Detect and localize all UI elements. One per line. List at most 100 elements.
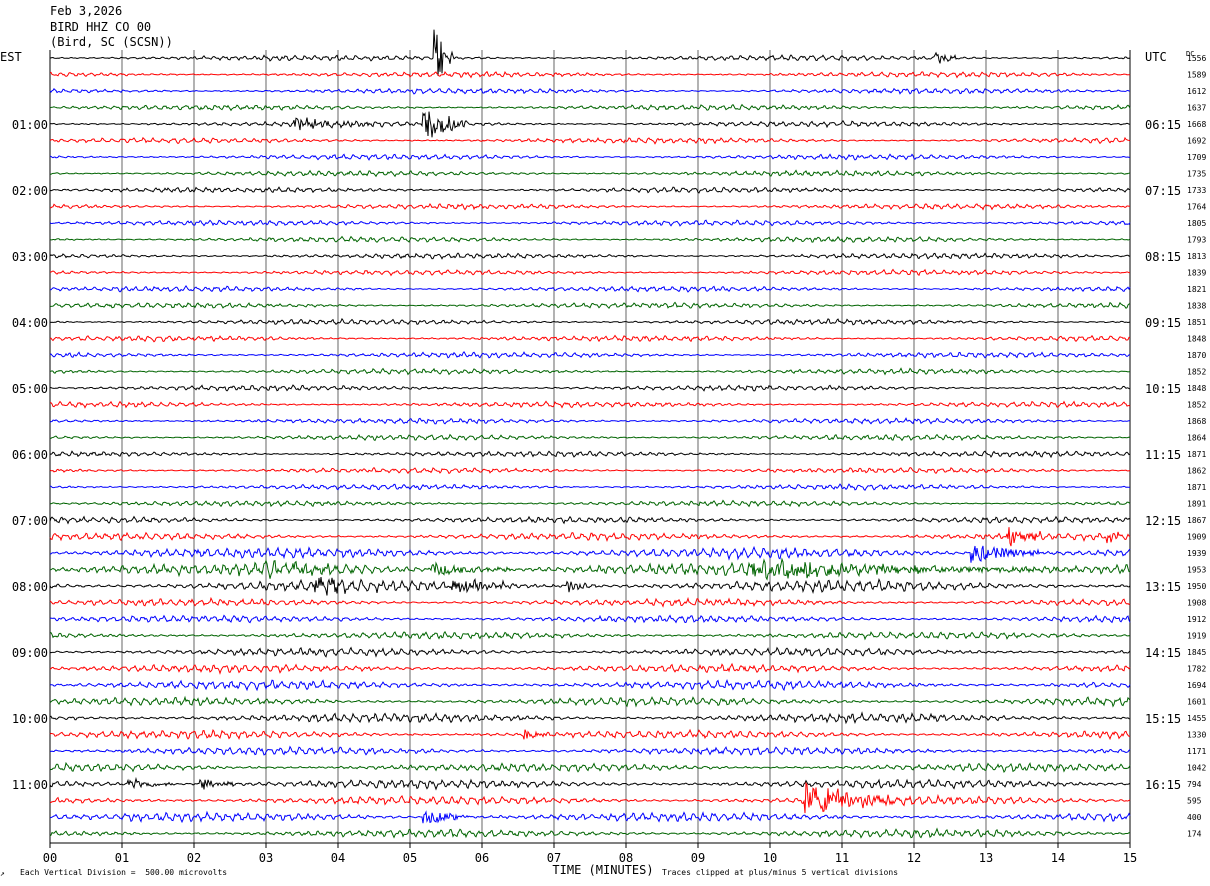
trace-line — [49, 745, 1131, 756]
dc-offset-label: 1764 — [1187, 203, 1206, 212]
trace-line — [49, 827, 1131, 839]
date-label: Feb 3,2026 — [50, 4, 123, 18]
trace-line — [49, 711, 1131, 725]
trace-line — [49, 70, 1131, 79]
trace-line — [49, 136, 1131, 145]
dc-offset-label: 1845 — [1187, 648, 1206, 657]
right-timezone-label: UTC — [1145, 50, 1167, 64]
x-tick-label: 04 — [331, 851, 345, 865]
dc-offset-label: 1821 — [1187, 285, 1206, 294]
dc-offset-label: 400 — [1187, 813, 1202, 822]
dc-offset-label: 1950 — [1187, 582, 1206, 591]
trace-line — [49, 776, 1131, 791]
location-label: (Bird, SC (SCSN)) — [50, 35, 173, 49]
helicorder-plot: 00 01 02 03 04 05 06 07 08 09 10 11 12 13 14 15TIME (MI… — [12, 29, 1206, 877]
dc-offset-label: 1455 — [1187, 714, 1206, 723]
x-tick-label: 13 — [979, 851, 993, 865]
trace-line — [50, 483, 1130, 491]
dc-offset-label: 1909 — [1187, 533, 1206, 542]
dc-offset-label: 1852 — [1187, 368, 1206, 377]
est-time-label: 08:00 — [12, 580, 48, 594]
station-label: BIRD HHZ CO 00 — [50, 20, 152, 34]
utc-time-label: 07:15 — [1145, 184, 1181, 198]
dc-offset-label: 1868 — [1187, 417, 1206, 426]
scale-note: Each Vertical Division = 500.00 microvol… — [20, 868, 228, 877]
dc-offset-label: 1848 — [1187, 335, 1206, 344]
trace-line — [49, 557, 1131, 581]
trace-line — [49, 367, 1131, 376]
x-tick-label: 10 — [763, 851, 777, 865]
dc-offset-label: 1668 — [1187, 120, 1206, 129]
trace-line — [50, 301, 1131, 310]
trace-line — [49, 810, 1131, 824]
trace-line — [49, 351, 1131, 359]
est-time-label: 02:00 — [12, 184, 48, 198]
trace-line — [49, 153, 1131, 161]
trace-line — [50, 169, 1131, 178]
trace-line — [49, 630, 1131, 641]
trace-line — [49, 527, 1131, 547]
trace-line — [49, 400, 1131, 409]
dc-offset-label: 1612 — [1187, 87, 1206, 96]
trace-line — [50, 499, 1131, 508]
trace-line — [49, 252, 1131, 260]
trace-line — [49, 614, 1131, 624]
dc-offset-label: 1735 — [1187, 170, 1206, 179]
dc-offset-label: 1862 — [1187, 467, 1206, 476]
utc-time-label: 16:15 — [1145, 778, 1181, 792]
trace-line — [49, 761, 1131, 774]
dc-offset-label: 1733 — [1187, 186, 1206, 195]
trace-line — [49, 219, 1131, 227]
trace-line — [49, 111, 1131, 138]
utc-time-label: 13:15 — [1145, 580, 1181, 594]
dc-offset-label: 1601 — [1187, 698, 1206, 707]
trace-line — [50, 203, 1131, 211]
x-tick-label: 05 — [403, 851, 417, 865]
trace-line — [49, 186, 1130, 194]
dc-offset-label: 1813 — [1187, 252, 1206, 261]
dc-offset-label: 1919 — [1187, 632, 1206, 641]
trace-line — [50, 284, 1131, 293]
est-time-label: 05:00 — [12, 382, 48, 396]
trace-line — [49, 695, 1131, 708]
left-timezone-label: EST — [0, 50, 22, 64]
dc-offset-label: 1891 — [1187, 500, 1206, 509]
dc-offset-label: 1330 — [1187, 731, 1206, 740]
utc-time-label: 15:15 — [1145, 712, 1181, 726]
dc-offset-label: 1851 — [1187, 318, 1206, 327]
est-time-label: 07:00 — [12, 514, 48, 528]
trace-line — [49, 781, 1131, 814]
trace-line — [49, 577, 1131, 596]
x-tick-label: 06 — [475, 851, 489, 865]
trace-line — [49, 87, 1131, 95]
trace-line — [49, 596, 1131, 608]
dc-offset-label: 1871 — [1187, 450, 1206, 459]
est-time-label: 11:00 — [12, 778, 48, 792]
dc-offset-label: 1839 — [1187, 269, 1206, 278]
est-time-label: 10:00 — [12, 712, 48, 726]
trace-line — [49, 466, 1131, 475]
dc-offset-label: 1805 — [1187, 219, 1206, 228]
trace-line — [49, 417, 1131, 425]
dc-offset-label: 1793 — [1187, 236, 1206, 245]
utc-time-label: 08:15 — [1145, 250, 1181, 264]
utc-time-label: 14:15 — [1145, 646, 1181, 660]
trace-line — [49, 334, 1131, 343]
x-tick-label: 00 — [43, 851, 57, 865]
dc-offset-label: 1864 — [1187, 434, 1206, 443]
dc-offset-label: 1908 — [1187, 599, 1206, 608]
x-axis-label: TIME (MINUTES) — [552, 863, 653, 877]
dc-offset-label: 794 — [1187, 780, 1202, 789]
dc-offset-label: 1838 — [1187, 302, 1206, 311]
x-tick-label: 02 — [187, 851, 201, 865]
dc-offset-label: 1953 — [1187, 566, 1206, 575]
trace-line — [49, 433, 1131, 442]
utc-time-label: 06:15 — [1145, 118, 1181, 132]
est-time-label: 01:00 — [12, 118, 48, 132]
utc-time-label: 11:15 — [1145, 448, 1181, 462]
dc-offset-label: 1637 — [1187, 104, 1206, 113]
x-tick-label: 12 — [907, 851, 921, 865]
trace-line — [49, 29, 1131, 76]
trace-line — [49, 450, 1131, 459]
dc-offset-label: 1848 — [1187, 384, 1206, 393]
